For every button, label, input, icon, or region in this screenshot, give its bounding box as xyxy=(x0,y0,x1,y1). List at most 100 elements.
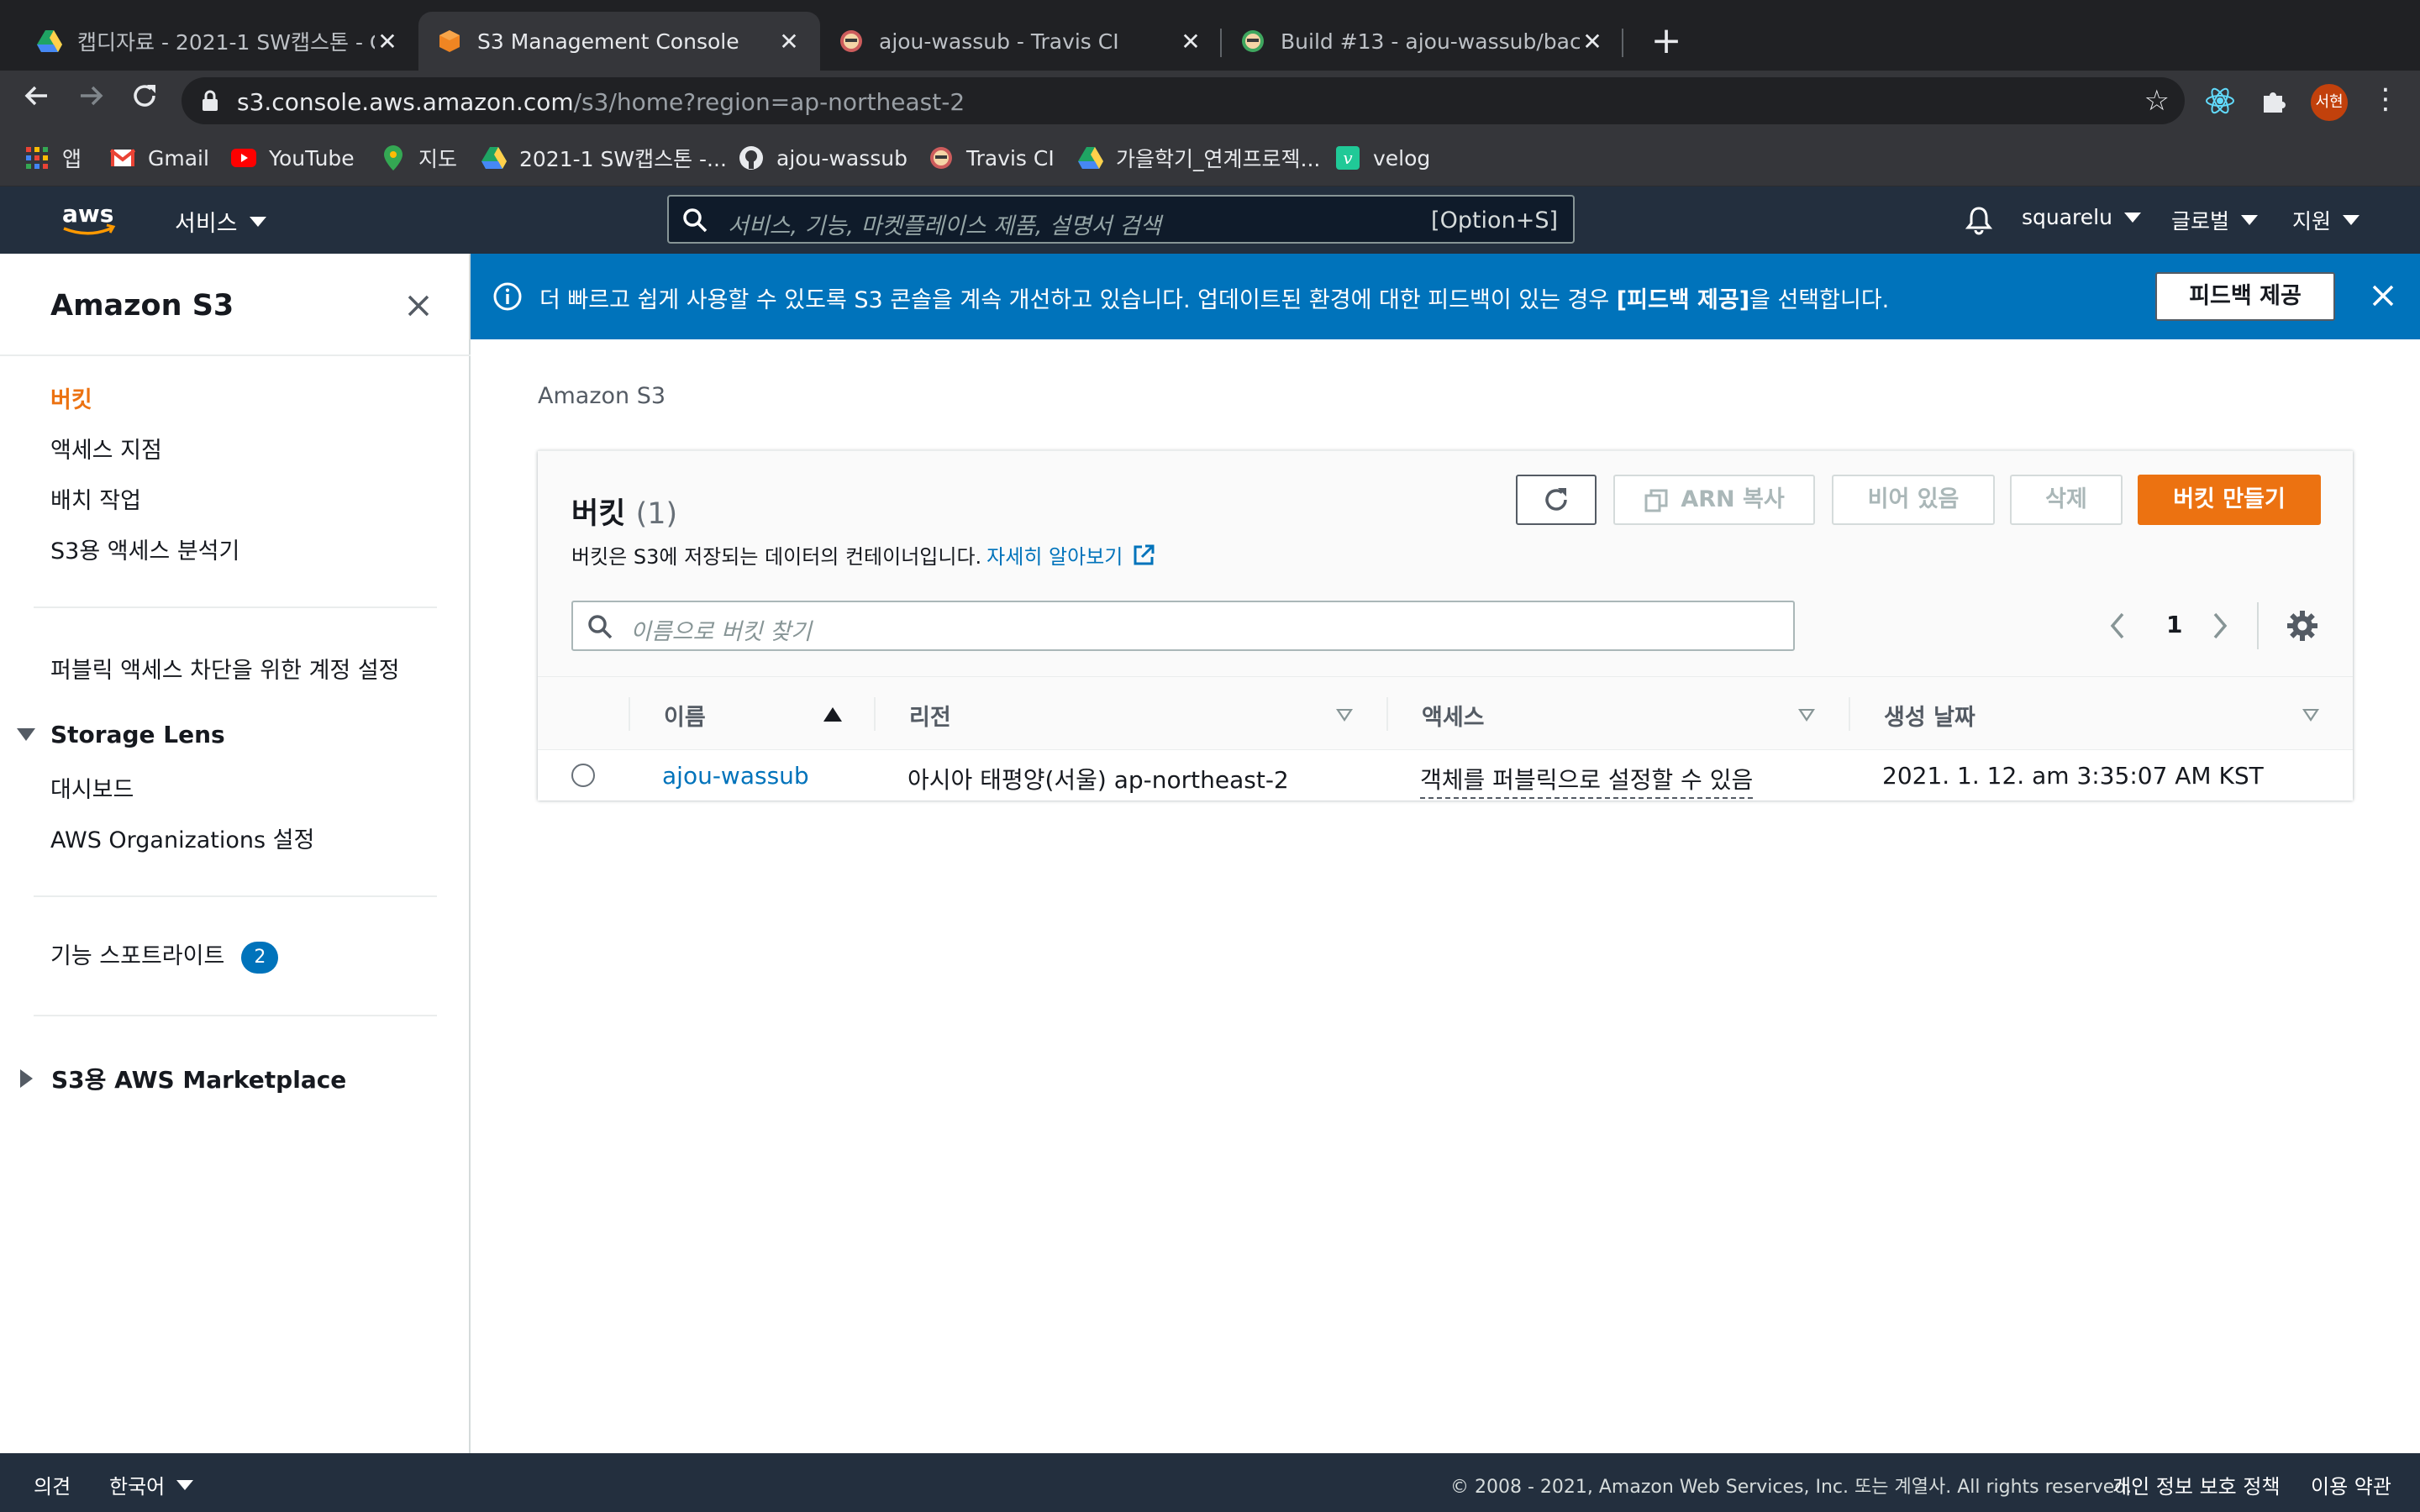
bookmark-velog[interactable]: v velog xyxy=(1334,143,1430,173)
sidebar-item-feature-spotlight[interactable]: 기능 스포트라이트 2 xyxy=(50,937,279,974)
sidebar-item-batch-operations[interactable]: 배치 작업 xyxy=(50,482,141,515)
aws-logo-text: aws xyxy=(62,200,113,228)
support-menu[interactable]: 지원 xyxy=(2292,205,2360,235)
google-drive-icon xyxy=(481,144,508,171)
caret-down-icon xyxy=(176,1479,194,1490)
travis-ci-icon xyxy=(839,29,864,54)
gear-icon[interactable] xyxy=(2286,609,2319,643)
copy-icon xyxy=(1644,489,1668,512)
column-header-name[interactable]: 이름 xyxy=(664,699,706,732)
chevron-right-icon[interactable] xyxy=(2207,609,2232,643)
aws-search-input[interactable]: 서비스, 기능, 마켓플레이스 제품, 설명서 검색 [Option+S] xyxy=(667,195,1575,244)
new-tab-button[interactable]: + xyxy=(1643,18,1690,66)
column-header-access[interactable]: 액세스 xyxy=(1422,699,1485,732)
sidebar-item-block-public-access[interactable]: 퍼블릭 액세스 차단을 위한 계정 설정 xyxy=(50,652,400,685)
reload-icon xyxy=(134,85,155,107)
copy-arn-button[interactable]: ARN 복사 xyxy=(1613,475,1815,525)
column-header-creation-date[interactable]: 생성 날짜 xyxy=(1884,699,1975,732)
column-header-region[interactable]: 리전 xyxy=(909,699,951,732)
tab-travis-ci[interactable]: ajou-wassub - Travis CI ✕ xyxy=(820,12,1222,71)
aws-logo[interactable]: aws xyxy=(60,200,119,242)
bookmark-github[interactable]: ajou-wassub xyxy=(738,143,908,173)
reload-button[interactable] xyxy=(124,81,165,121)
address-bar[interactable]: s3.console.aws.amazon.com/s3/home?region… xyxy=(182,77,2185,124)
empty-bucket-button[interactable]: 비어 있음 xyxy=(1832,475,1995,525)
column-divider xyxy=(629,697,630,731)
table-row[interactable]: ajou-wassub 아시아 태평양(서울) ap-northeast-2 객… xyxy=(538,750,2353,801)
bookmark-label: 지도 xyxy=(418,147,458,171)
support-label: 지원 xyxy=(2292,209,2332,234)
feedback-link[interactable]: 의견 xyxy=(34,1470,71,1499)
close-icon[interactable]: ✕ xyxy=(1178,28,1203,55)
browser-menu-icon[interactable]: ⋮ xyxy=(2371,82,2400,116)
bucket-access[interactable]: 객체를 퍼블릭으로 설정할 수 있음 xyxy=(1420,762,1754,799)
delete-bucket-button[interactable]: 삭제 xyxy=(2010,475,2123,525)
close-icon[interactable]: ✕ xyxy=(375,28,400,55)
bookmark-label: velog xyxy=(1373,145,1431,171)
sidebar-item-access-analyzer[interactable]: S3용 액세스 분석기 xyxy=(50,533,239,565)
section-label: Storage Lens xyxy=(50,721,225,748)
bookmark-gmail[interactable]: Gmail xyxy=(109,143,209,173)
sidebar-section-marketplace[interactable]: S3용 AWS Marketplace xyxy=(17,1062,346,1095)
pager-divider xyxy=(2257,602,2259,649)
url-path: /s3/home?region=ap-northeast-2 xyxy=(573,88,965,116)
chevron-left-icon[interactable] xyxy=(2106,609,2131,643)
column-divider xyxy=(1849,697,1850,731)
back-button[interactable] xyxy=(17,81,57,121)
react-devtools-icon[interactable] xyxy=(2203,84,2237,118)
privacy-policy-link[interactable]: 개인 정보 보호 정책 xyxy=(2112,1470,2281,1499)
forward-button[interactable] xyxy=(71,81,111,121)
current-page[interactable]: 1 xyxy=(2166,611,2182,638)
extensions-puzzle-icon[interactable] xyxy=(2257,84,2291,118)
services-label: 서비스 xyxy=(175,211,238,237)
caret-down-icon xyxy=(17,728,35,741)
bookmark-maps[interactable]: 지도 xyxy=(380,143,457,173)
sort-caret-down-icon[interactable] xyxy=(2302,709,2319,722)
buckets-title-text: 버킷 xyxy=(571,497,626,531)
provide-feedback-button[interactable]: 피드백 제공 xyxy=(2155,272,2335,321)
refresh-button[interactable] xyxy=(1516,475,1597,525)
sidebar-item-access-points[interactable]: 액세스 지점 xyxy=(50,432,162,465)
account-menu[interactable]: squarelu xyxy=(2022,205,2141,229)
sidebar-divider xyxy=(34,1015,437,1016)
external-link-icon[interactable] xyxy=(1131,543,1156,568)
close-icon[interactable] xyxy=(402,289,435,323)
close-icon[interactable] xyxy=(2366,279,2400,312)
bookmark-travis[interactable]: Travis CI xyxy=(928,143,1055,173)
terms-of-use-link[interactable]: 이용 약관 xyxy=(2311,1470,2391,1499)
bookmark-fall-project[interactable]: 가을학기_연계프로젝... xyxy=(1077,143,1320,173)
sidebar-item-organizations-settings[interactable]: AWS Organizations 설정 xyxy=(50,822,314,854)
notification-bell-icon[interactable] xyxy=(1965,205,1993,235)
bookmark-apps[interactable]: 앱 xyxy=(24,143,82,173)
sidebar-title: Amazon S3 xyxy=(50,289,234,323)
bookmark-youtube[interactable]: YouTube xyxy=(230,143,355,173)
create-bucket-button[interactable]: 버킷 만들기 xyxy=(2138,475,2321,525)
sidebar-section-storage-lens[interactable]: Storage Lens xyxy=(17,721,225,748)
language-selector[interactable]: 한국어 xyxy=(109,1470,194,1499)
bookmark-capstone-drive[interactable]: 2021-1 SW캡스톤 -... xyxy=(481,143,727,173)
sort-ascending-icon[interactable] xyxy=(823,707,842,722)
bookmark-star-icon[interactable]: ☆ xyxy=(2144,84,2170,118)
google-drive-icon xyxy=(37,29,62,54)
close-icon[interactable]: ✕ xyxy=(1580,28,1605,55)
tab-travis-build[interactable]: Build #13 - ajou-wassub/backe ✕ xyxy=(1222,12,1623,71)
arrow-left-icon xyxy=(24,86,47,106)
sidebar-item-buckets[interactable]: 버킷 xyxy=(50,381,92,414)
learn-more-link[interactable]: 자세히 알아보기 xyxy=(986,540,1123,570)
refresh-icon xyxy=(1545,488,1567,511)
bucket-search-input[interactable]: 이름으로 버킷 찾기 xyxy=(571,601,1795,651)
region-menu[interactable]: 글로벌 xyxy=(2171,205,2259,235)
profile-avatar[interactable]: 서현 xyxy=(2311,84,2348,121)
services-menu[interactable]: 서비스 xyxy=(175,205,266,238)
tab-s3-console[interactable]: S3 Management Console ✕ xyxy=(418,12,820,71)
sidebar-item-dashboards[interactable]: 대시보드 xyxy=(50,771,134,804)
sort-caret-down-icon[interactable] xyxy=(1336,709,1353,722)
tab-capstone-drive[interactable]: 캡디자료 - 2021-1 SW캡스톤 - Go ✕ xyxy=(18,12,418,71)
row-select-radio[interactable] xyxy=(571,764,595,787)
bookmark-label: Gmail xyxy=(148,145,209,171)
breadcrumb[interactable]: Amazon S3 xyxy=(538,383,666,409)
sort-caret-down-icon[interactable] xyxy=(1798,709,1815,722)
close-icon[interactable]: ✕ xyxy=(776,28,802,55)
column-divider xyxy=(874,697,876,731)
bucket-name-link[interactable]: ajou-wassub xyxy=(662,762,809,790)
